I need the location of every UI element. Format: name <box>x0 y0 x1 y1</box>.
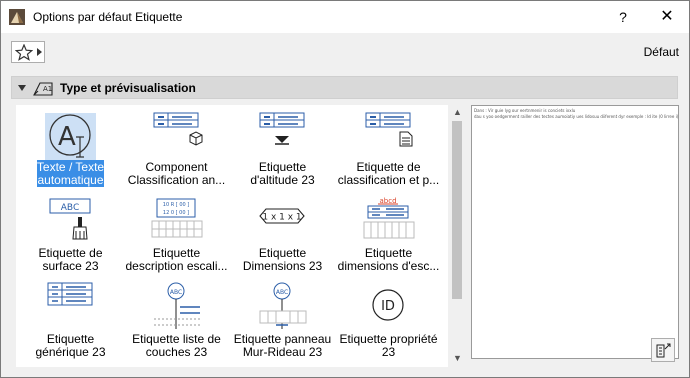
auto-text-icon: A <box>49 114 91 158</box>
star-icon <box>15 44 33 61</box>
window-title: Options par défaut Etiquette <box>33 10 183 24</box>
title-bar: Options par défaut Etiquette ? ✕ <box>1 1 689 33</box>
tile-surface-label[interactable]: ABC Etiquette de surface 23 <box>18 193 123 279</box>
property-label-icon: ID <box>372 289 404 321</box>
tile-curtain-wall-panel[interactable]: ABC Etiquette panneau Mur-Rideau 23 <box>230 279 335 365</box>
surface-label-icon: ABC <box>49 198 91 240</box>
dialog-window: Options par défaut Etiquette ? ✕ Défaut … <box>0 0 690 378</box>
section-title: Type et prévisualisation <box>60 81 196 95</box>
tile-label: Etiquette dimensions d'esc... <box>337 246 440 273</box>
tile-property-label[interactable]: ID Etiquette propriété 23 <box>336 279 441 365</box>
chevron-right-icon <box>37 48 42 56</box>
tile-generic-label[interactable]: Etiquette générique 23 <box>18 279 123 365</box>
tile-label: Etiquette description escali... <box>125 246 228 273</box>
label-preview-icon: A1 <box>33 82 53 96</box>
svg-text:12 0 [ 00 ]: 12 0 [ 00 ] <box>163 210 189 216</box>
tile-component-classification[interactable]: Component Classification an... <box>124 107 229 193</box>
tile-auto-text[interactable]: A Texte / Texte automatique <box>18 107 123 193</box>
preview-options-button[interactable] <box>651 338 675 362</box>
svg-text:A: A <box>58 122 76 152</box>
tile-label: Etiquette de surface 23 <box>38 246 103 273</box>
grid-scrollbar[interactable]: ▲ ▼ <box>449 105 465 367</box>
tile-label: Etiquette de classification et p... <box>337 160 440 187</box>
tile-classification-property[interactable]: Etiquette de classification et p... <box>336 107 441 193</box>
svg-text:ABC: ABC <box>276 289 288 296</box>
classification-property-icon <box>365 112 413 147</box>
tile-label: Texte / Texte automatique <box>36 160 105 187</box>
tile-label: Etiquette Dimensions 23 <box>242 246 323 273</box>
generic-label-icon <box>47 282 93 306</box>
preview-text-line: Dans : Vir guie lyg our eertnmenir is co… <box>474 108 576 113</box>
tile-label: Etiquette générique 23 <box>35 332 106 359</box>
preview-panel: Dans : Vir guie lyg our eertnmenir is co… <box>471 105 679 359</box>
tile-label: Etiquette liste de couches 23 <box>132 332 221 359</box>
chevron-down-icon[interactable]: ▼ <box>453 353 462 363</box>
collapse-triangle-icon[interactable] <box>18 85 26 91</box>
elevation-label-icon <box>259 112 305 145</box>
tile-label: Etiquette propriété 23 <box>339 332 438 359</box>
section-header[interactable]: A1 Type et prévisualisation <box>11 76 678 99</box>
curtain-wall-panel-icon: ABC <box>259 282 307 329</box>
dimensions-label-icon: 1 x 1 x 1 <box>259 208 305 224</box>
app-icon <box>9 9 25 25</box>
tile-stair-description[interactable]: 10 R [ 00 ] 12 0 [ 00 ] Etiquette descrip… <box>124 193 229 279</box>
dialog-content: Défaut A1 Type et prévisualisation A Tex… <box>1 33 689 377</box>
scroll-up-icon[interactable]: ▲ <box>453 107 462 117</box>
close-button[interactable]: ✕ <box>649 5 685 29</box>
svg-text:ABC: ABC <box>61 203 79 213</box>
svg-text:10 R [ 00 ]: 10 R [ 00 ] <box>163 202 190 208</box>
tile-stair-dimensions[interactable]: abcd Etiquette dimensions d'esc... <box>336 193 441 279</box>
component-classification-icon <box>153 112 203 146</box>
tile-label: Etiquette d'altitude 23 <box>250 160 315 187</box>
scroll-thumb[interactable] <box>452 121 462 299</box>
tile-elevation-label[interactable]: Etiquette d'altitude 23 <box>230 107 335 193</box>
label-type-grid: A Texte / Texte automatique Component Clas… <box>16 105 448 367</box>
svg-text:ABC: ABC <box>170 289 182 296</box>
stair-description-icon: 10 R [ 00 ] 12 0 [ 00 ] <box>151 198 203 238</box>
favorites-button[interactable] <box>11 41 45 63</box>
tile-label: Component Classification an... <box>127 160 226 187</box>
svg-text:ID: ID <box>381 299 395 314</box>
tile-layer-list[interactable]: ABC Etiquette liste de couches 23 <box>124 279 229 365</box>
svg-text:1 x 1 x 1: 1 x 1 x 1 <box>262 213 301 223</box>
help-button[interactable]: ? <box>605 5 641 29</box>
default-label: Défaut <box>643 45 679 59</box>
stair-dimensions-icon: abcd <box>363 197 415 239</box>
svg-text:A1: A1 <box>43 85 52 93</box>
tile-label: Etiquette panneau Mur-Rideau 23 <box>233 332 332 359</box>
preview-text-line: dau s yoo oedgerment railler des tectes … <box>474 114 679 119</box>
layer-list-icon: ABC <box>154 282 200 329</box>
tile-dimensions-label[interactable]: 1 x 1 x 1 Etiquette Dimensions 23 <box>230 193 335 279</box>
label-settings-icon <box>656 343 671 358</box>
